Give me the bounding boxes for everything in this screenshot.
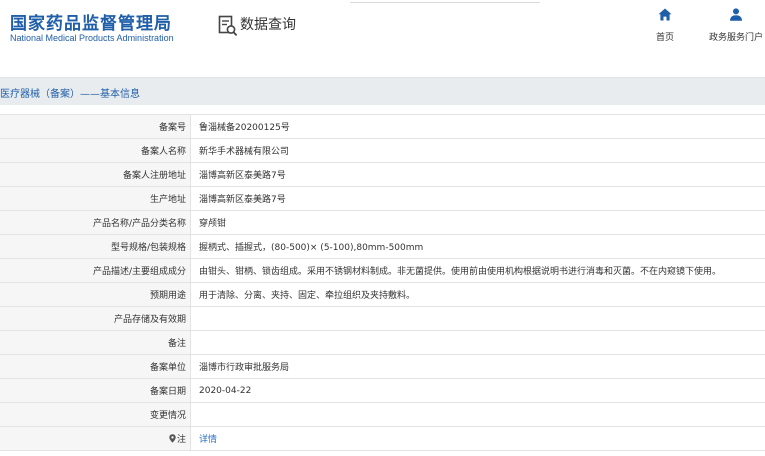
nav-portal-label: 政务服务门户	[708, 33, 763, 43]
table-row: 生产地址 淄博高新区泰美路7号	[0, 186, 765, 211]
field-value: 握柄式、插握式，(80-500)× (5-100),80mm-500mm	[190, 234, 765, 259]
field-value: 新华手术器械有限公司	[190, 138, 765, 163]
field-label: 备案单位	[0, 354, 191, 379]
field-value	[190, 402, 765, 427]
field-label-note: 注	[0, 426, 191, 451]
site-header: 国家药品监督管理局 National Medical Products Admi…	[0, 0, 765, 62]
field-label: 产品名称/产品分类名称	[0, 210, 191, 235]
nav-home[interactable]: 首页	[630, 8, 700, 44]
table-row: 备案人名称 新华手术器械有限公司	[0, 138, 765, 163]
field-label: 产品存储及有效期	[0, 306, 191, 331]
field-value: 穿颅钳	[190, 210, 765, 235]
field-label: 备案号	[0, 114, 191, 139]
field-value: 淄博高新区泰美路7号	[190, 162, 765, 187]
field-value: 鲁淄械备20200125号	[190, 114, 765, 139]
field-label: 产品描述/主要组成成分	[0, 258, 191, 283]
field-label: 备案人名称	[0, 138, 191, 163]
table-row: 备案人注册地址 淄博高新区泰美路7号	[0, 162, 765, 187]
location-pin-icon	[169, 434, 176, 443]
table-row: 变更情况	[0, 402, 765, 427]
field-label: 生产地址	[0, 186, 191, 211]
table-row: 备案日期 2020-04-22	[0, 378, 765, 403]
home-icon	[658, 8, 672, 21]
table-row-note: 注 详情	[0, 426, 765, 451]
data-search-icon	[218, 15, 238, 37]
table-row: 产品描述/主要组成成分 由钳头、钳柄、锁齿组成。采用不锈钢材料制成。非无菌提供。使…	[0, 258, 765, 283]
field-value: 淄博高新区泰美路7号	[190, 186, 765, 211]
table-row: 产品名称/产品分类名称 穿颅钳	[0, 210, 765, 235]
field-label: 备案日期	[0, 378, 191, 403]
table-row: 型号规格/包装规格 握柄式、插握式，(80-500)× (5-100),80mm-…	[0, 234, 765, 259]
record-detail-table: 备案号 鲁淄械备20200125号 备案人名称 新华手术器械有限公司 备案人注册地址 淄博…	[0, 114, 765, 451]
data-query-title: 数据查询	[240, 17, 296, 33]
field-label: 变更情况	[0, 402, 191, 427]
table-row: 预期用途 用于清除、分离、夹持、固定、牵拉组织及夹持敷料。	[0, 282, 765, 307]
note-label: 注	[176, 435, 186, 445]
user-icon	[730, 8, 742, 21]
breadcrumb-bar: 医疗器械（备案）——基本信息	[0, 77, 765, 105]
table-row: 备案号 鲁淄械备20200125号	[0, 114, 765, 139]
details-link[interactable]: 详情	[199, 435, 217, 445]
site-logo-chinese[interactable]: 国家药品监督管理局	[10, 9, 172, 34]
field-value	[190, 306, 765, 331]
table-row: 备案单位 淄博市行政审批服务局	[0, 354, 765, 379]
top-divider	[350, 0, 540, 3]
site-logo-english[interactable]: National Medical Products Administration	[10, 33, 174, 43]
breadcrumb: 医疗器械（备案）——基本信息	[0, 89, 140, 100]
field-label: 备案人注册地址	[0, 162, 191, 187]
field-value: 淄博市行政审批服务局	[190, 354, 765, 379]
table-row: 产品存储及有效期	[0, 306, 765, 331]
field-value-note: 详情	[190, 426, 765, 451]
field-value: 2020-04-22	[190, 378, 765, 403]
table-row: 备注	[0, 330, 765, 355]
field-label: 备注	[0, 330, 191, 355]
field-label: 型号规格/包装规格	[0, 234, 191, 259]
nav-home-label: 首页	[655, 33, 674, 43]
field-label: 预期用途	[0, 282, 191, 307]
field-value	[190, 330, 765, 355]
field-value: 用于清除、分离、夹持、固定、牵拉组织及夹持敷料。	[190, 282, 765, 307]
field-value: 由钳头、钳柄、锁齿组成。采用不锈钢材料制成。非无菌提供。使用前由使用机构根据说明…	[190, 258, 765, 283]
nav-government-portal[interactable]: 政务服务门户	[701, 8, 765, 44]
